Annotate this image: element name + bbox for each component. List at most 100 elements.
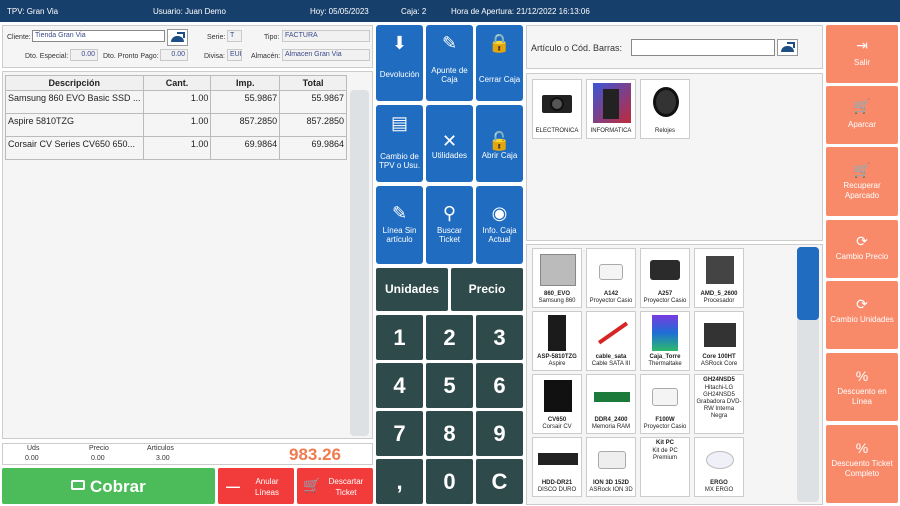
product-name: Proyector Casio bbox=[589, 298, 633, 304]
product-f100w[interactable]: F100W Proyector Casio bbox=[640, 374, 690, 434]
product-ergo[interactable]: ERGO MX ERGO bbox=[694, 437, 744, 497]
minipc-image bbox=[700, 315, 738, 351]
devolucion-label: Devolución bbox=[379, 70, 420, 79]
almacen-field[interactable]: Almacen Gran Via bbox=[282, 49, 370, 61]
descuento-ticket-button[interactable]: % Descuento Ticket Completo bbox=[826, 425, 898, 503]
client-search-icon[interactable] bbox=[167, 29, 188, 46]
anular-lineas-button[interactable]: — Anular Líneas bbox=[218, 468, 294, 504]
col-descripcion[interactable]: Descripción bbox=[5, 75, 144, 91]
table-row[interactable]: Samsung 860 EVO Basic SSD ... 1.00 55.98… bbox=[5, 90, 347, 114]
buscar-ticket-button[interactable]: ⚲ Buscar Ticket bbox=[426, 186, 473, 264]
key-9[interactable]: 9 bbox=[476, 411, 523, 456]
lines-scrollbar[interactable] bbox=[350, 90, 369, 436]
article-search-input[interactable] bbox=[631, 39, 775, 56]
key-4[interactable]: 4 bbox=[376, 363, 423, 408]
category-relojes[interactable]: Relojes bbox=[640, 79, 690, 139]
product-name: ASRock Core bbox=[700, 361, 738, 367]
products-scrollbar[interactable] bbox=[797, 247, 819, 502]
product-ion-3d-152d[interactable]: ION 3D 152D ASRock ION 3D bbox=[586, 437, 636, 497]
cambio-unidades-button[interactable]: ⟳ Cambio Unidades bbox=[826, 281, 898, 349]
product-name: Hitachi-LG GH24NSD5 Grabadora DVD-RW Int… bbox=[696, 385, 742, 419]
key-2[interactable]: 2 bbox=[426, 315, 473, 360]
key-3[interactable]: 3 bbox=[476, 315, 523, 360]
aparcar-button[interactable]: 🛒 Aparcar bbox=[826, 86, 898, 144]
cerrar-caja-button[interactable]: 🔒 Cerrar Caja bbox=[476, 25, 523, 101]
key-comma[interactable]: , bbox=[376, 459, 423, 504]
salir-button[interactable]: ⇥ Salir bbox=[826, 25, 898, 83]
table-row[interactable]: Corsair CV Series CV650 650... 1.00 69.9… bbox=[5, 136, 347, 160]
article-search-panel: Artículo o Cód. Barras: bbox=[526, 25, 823, 69]
almacen-label: Almacén: bbox=[251, 53, 281, 60]
percent-icon: % bbox=[855, 368, 869, 384]
recuperar-aparcado-button[interactable]: 🛒 Recuperar Aparcado bbox=[826, 147, 898, 216]
key-8[interactable]: 8 bbox=[426, 411, 473, 456]
exit-icon: ⇥ bbox=[856, 37, 868, 53]
product-code: cable_sata bbox=[595, 354, 627, 360]
cpu-image bbox=[700, 252, 738, 288]
product-hdd-dr21[interactable]: HDD-DR21 DISCO DURO bbox=[532, 437, 582, 497]
recuperar-label: Recuperar Aparcado bbox=[843, 181, 881, 200]
col-importe[interactable]: Imp. bbox=[210, 75, 281, 91]
product-a257[interactable]: A257 Proyector Casio bbox=[640, 248, 690, 308]
col-cantidad[interactable]: Cant. bbox=[142, 75, 212, 91]
product-ddr4-2400[interactable]: DDR4_2400 Memoria RAM bbox=[586, 374, 636, 434]
articulos-value: 3.00 bbox=[156, 455, 170, 462]
abrir-caja-button[interactable]: 🔓 Abrir Caja bbox=[476, 105, 523, 182]
tipo-label: Tipo: bbox=[264, 34, 280, 41]
cobrar-button[interactable]: Cobrar bbox=[2, 468, 215, 504]
product-cable-sata[interactable]: cable_sata Cable SATA III bbox=[586, 311, 636, 371]
dto-especial-label: Dto. Especial: bbox=[25, 53, 69, 60]
product-code: ASP-5810TZG bbox=[537, 354, 577, 360]
key-1[interactable]: 1 bbox=[376, 315, 423, 360]
col-total[interactable]: Total bbox=[279, 75, 347, 91]
product-kit-pc[interactable]: Kit PC Kit de PC Premium bbox=[640, 437, 690, 497]
article-search-icon[interactable] bbox=[777, 39, 798, 56]
cambio-precio-button[interactable]: ⟳ Cambio Precio bbox=[826, 220, 898, 278]
products-scrollbar-thumb[interactable] bbox=[797, 247, 819, 320]
cerrar-caja-label: Cerrar Caja bbox=[478, 75, 521, 84]
category-informatica[interactable]: INFORMATICA bbox=[586, 79, 636, 139]
product-asp-5810tzg[interactable]: ASP-5810TZG Aspire bbox=[532, 311, 582, 371]
precio-button[interactable]: Precio bbox=[451, 268, 523, 311]
client-field[interactable]: Tienda Gran Via bbox=[32, 30, 165, 42]
product-caja-torre[interactable]: Caja_Torre Thermaltake bbox=[640, 311, 690, 371]
descartar-ticket-button[interactable]: 🛒 Descartar Ticket bbox=[297, 468, 373, 504]
key-5[interactable]: 5 bbox=[426, 363, 473, 408]
product-name: Kit de PC Premium bbox=[652, 448, 678, 461]
apunte-caja-button[interactable]: ✎ Apunte de Caja bbox=[426, 25, 473, 101]
projector-image bbox=[592, 441, 630, 477]
key-7[interactable]: 7 bbox=[376, 411, 423, 456]
anular-label: Anular Líneas bbox=[254, 477, 280, 497]
cobrar-label: Cobrar bbox=[90, 477, 146, 496]
refresh-icon: ⟳ bbox=[856, 233, 868, 249]
unidades-button[interactable]: Unidades bbox=[376, 268, 448, 311]
eye-icon: ◉ bbox=[491, 203, 508, 223]
key-clear[interactable]: C bbox=[476, 459, 523, 504]
cambio-tpv-button[interactable]: ▤ Cambio de TPV o Usu. bbox=[376, 105, 423, 182]
dto-pronto-field[interactable]: 0.00 bbox=[160, 49, 188, 61]
utilidades-button[interactable]: ✕ Utilidades bbox=[426, 105, 473, 182]
cambio-precio-label: Cambio Precio bbox=[835, 252, 889, 261]
product-amd-5-2600[interactable]: AMD_5_2600 Procesador bbox=[694, 248, 744, 308]
category-label: INFORMATICA bbox=[590, 128, 632, 134]
key-0[interactable]: 0 bbox=[426, 459, 473, 504]
devolucion-button[interactable]: ⬇ Devolución bbox=[376, 25, 423, 101]
linea-sin-articulo-button[interactable]: ✎ Línea Sin artículo bbox=[376, 186, 423, 264]
tipo-field[interactable]: FACTURA bbox=[282, 30, 370, 42]
product-cv650[interactable]: CV650 Corsair CV bbox=[532, 374, 582, 434]
category-electronica[interactable]: ELECTRONICA bbox=[532, 79, 582, 139]
key-6[interactable]: 6 bbox=[476, 363, 523, 408]
product-a142[interactable]: A142 Proyector Casio bbox=[586, 248, 636, 308]
dto-especial-field[interactable]: 0.00 bbox=[70, 49, 98, 61]
product-gh24nsd5[interactable]: GH24NSD5 Hitachi-LG GH24NSD5 Grabadora D… bbox=[694, 374, 744, 434]
info-caja-button[interactable]: ◉ Info. Caja Actual bbox=[476, 186, 523, 264]
product-code: DDR4_2400 bbox=[594, 417, 628, 423]
product-860-evo[interactable]: 860_EVO Samsung 860 bbox=[532, 248, 582, 308]
category-label: Relojes bbox=[654, 128, 675, 134]
product-name: Proyector Casio bbox=[643, 298, 687, 304]
descuento-linea-button[interactable]: % Descuento en Línea bbox=[826, 353, 898, 421]
table-row[interactable]: Aspire 5810TZG 1.00 857.2850 857.2850 bbox=[5, 113, 347, 137]
divisa-field[interactable]: EUR bbox=[227, 49, 242, 61]
serie-field[interactable]: T bbox=[227, 30, 242, 42]
product-core-100ht[interactable]: Core 100HT ASRock Core bbox=[694, 311, 744, 371]
